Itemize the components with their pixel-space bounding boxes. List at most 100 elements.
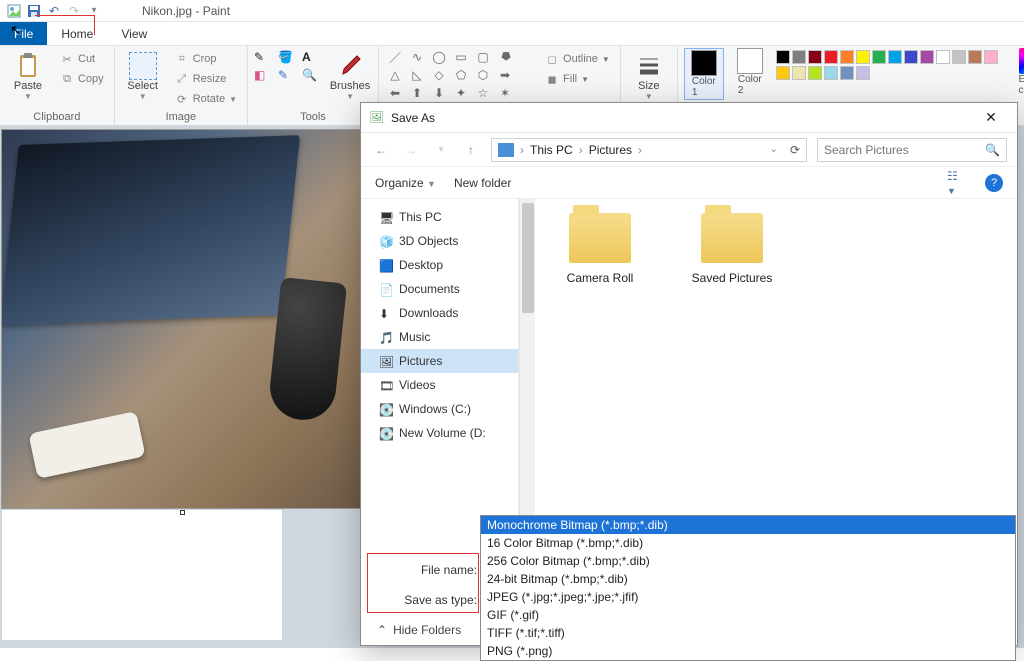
zoom-icon[interactable]: 🔍 xyxy=(302,68,322,82)
shape-hex-icon[interactable]: ⬡ xyxy=(475,68,491,82)
tree-node[interactable]: 🎞Videos xyxy=(361,373,518,397)
shape-rtri-icon[interactable]: ◺ xyxy=(409,68,425,82)
tree-node[interactable]: ⬇Downloads xyxy=(361,301,518,325)
tree-node[interactable]: 📄Documents xyxy=(361,277,518,301)
picker-icon[interactable]: ✎ xyxy=(278,68,298,82)
color-swatch[interactable] xyxy=(920,50,934,64)
savetype-option[interactable]: 256 Color Bitmap (*.bmp;*.dib) xyxy=(481,552,1015,570)
search-box[interactable]: 🔍 xyxy=(817,138,1007,162)
tree-node[interactable]: 🎵Music xyxy=(361,325,518,349)
search-input[interactable] xyxy=(824,143,985,157)
undo-icon[interactable]: ↶ xyxy=(46,3,62,19)
shape-pent-icon[interactable]: ⬠ xyxy=(453,68,469,82)
savetype-option[interactable]: JPEG (*.jpg;*.jpeg;*.jpe;*.jfif) xyxy=(481,588,1015,606)
qat-more-icon[interactable]: ▾ xyxy=(86,3,102,19)
resize-handle[interactable] xyxy=(180,510,185,515)
up-button[interactable]: ↑ xyxy=(461,143,481,157)
color-swatch[interactable] xyxy=(856,50,870,64)
close-button[interactable]: ✕ xyxy=(973,109,1009,126)
fill-icon[interactable]: 🪣 xyxy=(278,50,298,64)
outline-button[interactable]: ◻Outline ▼ xyxy=(541,50,614,68)
shape-arrowr-icon[interactable]: ➡ xyxy=(497,68,513,82)
paste-button[interactable]: Paste ▼ xyxy=(6,48,50,104)
tree-node[interactable]: 💽New Volume (D: xyxy=(361,421,518,445)
brushes-button[interactable]: Brushes ▼ xyxy=(328,48,372,104)
text-icon[interactable]: A xyxy=(302,50,322,64)
color-swatch[interactable] xyxy=(776,66,790,80)
breadcrumb[interactable]: › This PC › Pictures › ⌄ ⟳ xyxy=(491,138,807,162)
shape-oval-icon[interactable]: ◯ xyxy=(431,50,447,64)
savetype-option[interactable]: Monochrome Bitmap (*.bmp;*.dib) xyxy=(481,516,1015,534)
refresh-icon[interactable]: ⟳ xyxy=(790,143,800,157)
savetype-option[interactable]: 24-bit Bitmap (*.bmp;*.dib) xyxy=(481,570,1015,588)
forward-button[interactable]: → xyxy=(401,143,421,157)
new-folder-button[interactable]: New folder xyxy=(454,176,511,190)
cut-button[interactable]: ✂Cut xyxy=(56,50,108,68)
crop-button[interactable]: ⌗Crop xyxy=(171,50,241,68)
nav-tree[interactable]: 🖥This PC🧊3D Objects🟦Desktop📄Documents⬇Do… xyxy=(361,199,519,555)
view-button[interactable]: ☷ ▼ xyxy=(947,169,967,197)
shapes-gallery[interactable]: ／ ∿ ◯ ▭ ▢ ⯂ △ ◺ ◇ ⬠ ⬡ ➡ ⬅ ⬆ ⬇ ✦ ☆ ✶ ☁ ♡ xyxy=(385,48,535,104)
tree-node[interactable]: 🖥This PC xyxy=(361,205,518,229)
savetype-option[interactable]: PNG (*.png) xyxy=(481,642,1015,660)
chevron-down-icon[interactable]: ⌄ xyxy=(770,144,778,155)
color-swatch[interactable] xyxy=(792,50,806,64)
color-swatch[interactable] xyxy=(904,50,918,64)
folder-item[interactable]: Camera Roll xyxy=(555,213,645,285)
color-swatch[interactable] xyxy=(984,50,998,64)
tree-node[interactable]: 💽Windows (C:) xyxy=(361,397,518,421)
pencil-icon[interactable]: ✎ xyxy=(254,50,274,64)
tab-view[interactable]: View xyxy=(107,22,161,45)
savetype-option[interactable]: TIFF (*.tif;*.tiff) xyxy=(481,624,1015,642)
savetype-option[interactable]: GIF (*.gif) xyxy=(481,606,1015,624)
shape-tri-icon[interactable]: △ xyxy=(387,68,403,82)
color-swatch[interactable] xyxy=(792,66,806,80)
tree-node[interactable]: 🧊3D Objects xyxy=(361,229,518,253)
shape-line-icon[interactable]: ／ xyxy=(387,50,403,64)
color-swatch[interactable] xyxy=(808,66,822,80)
shape-star5-icon[interactable]: ☆ xyxy=(475,86,491,100)
shape-star6-icon[interactable]: ✶ xyxy=(497,86,513,100)
shape-star4-icon[interactable]: ✦ xyxy=(453,86,469,100)
folder-item[interactable]: Saved Pictures xyxy=(687,213,777,285)
color-swatch[interactable] xyxy=(952,50,966,64)
color-swatch[interactable] xyxy=(776,50,790,64)
shape-rect-icon[interactable]: ▭ xyxy=(453,50,469,64)
color-swatch[interactable] xyxy=(808,50,822,64)
color-swatch[interactable] xyxy=(824,66,838,80)
tree-node[interactable]: 🟦Desktop xyxy=(361,253,518,277)
shape-arrowu-icon[interactable]: ⬆ xyxy=(409,86,425,100)
savetype-option[interactable]: 16 Color Bitmap (*.bmp;*.dib) xyxy=(481,534,1015,552)
edit-colors-button[interactable]: Edit colors xyxy=(1012,48,1024,96)
color-swatch[interactable] xyxy=(968,50,982,64)
color1-button[interactable]: Color 1 xyxy=(684,48,724,100)
shape-diamond-icon[interactable]: ◇ xyxy=(431,68,447,82)
tree-scrollbar[interactable] xyxy=(519,199,535,555)
select-button[interactable]: Select ▼ xyxy=(121,48,165,104)
file-list[interactable]: Camera Roll Saved Pictures xyxy=(535,199,1017,555)
help-button[interactable]: ? xyxy=(985,174,1003,192)
tree-node[interactable]: 🖼Pictures xyxy=(361,349,518,373)
tab-file[interactable]: File xyxy=(0,22,47,45)
color-swatch[interactable] xyxy=(872,50,886,64)
shape-arrowd-icon[interactable]: ⬇ xyxy=(431,86,447,100)
shape-curve-icon[interactable]: ∿ xyxy=(409,50,425,64)
tab-home[interactable]: Home xyxy=(47,22,107,45)
rotate-button[interactable]: ⟳Rotate ▼ xyxy=(171,90,241,108)
color-swatch[interactable] xyxy=(936,50,950,64)
shape-arrowl-icon[interactable]: ⬅ xyxy=(387,86,403,100)
organize-button[interactable]: Organize ▼ xyxy=(375,176,436,190)
color-swatch[interactable] xyxy=(856,66,870,80)
shape-roundrect-icon[interactable]: ▢ xyxy=(475,50,491,64)
redo-icon[interactable]: ↷ xyxy=(66,3,82,19)
color2-button[interactable]: Color 2 xyxy=(730,48,770,96)
color-swatch[interactable] xyxy=(840,50,854,64)
size-button[interactable]: Size ▼ xyxy=(627,48,671,104)
color-swatch[interactable] xyxy=(824,50,838,64)
back-button[interactable]: ← xyxy=(371,143,391,157)
savetype-dropdown[interactable]: Monochrome Bitmap (*.bmp;*.dib)16 Color … xyxy=(480,515,1016,661)
save-icon[interactable] xyxy=(26,3,42,19)
color-palette[interactable] xyxy=(776,48,1006,80)
shape-poly-icon[interactable]: ⯂ xyxy=(497,50,513,64)
fill-button[interactable]: ◼Fill ▼ xyxy=(541,70,614,88)
